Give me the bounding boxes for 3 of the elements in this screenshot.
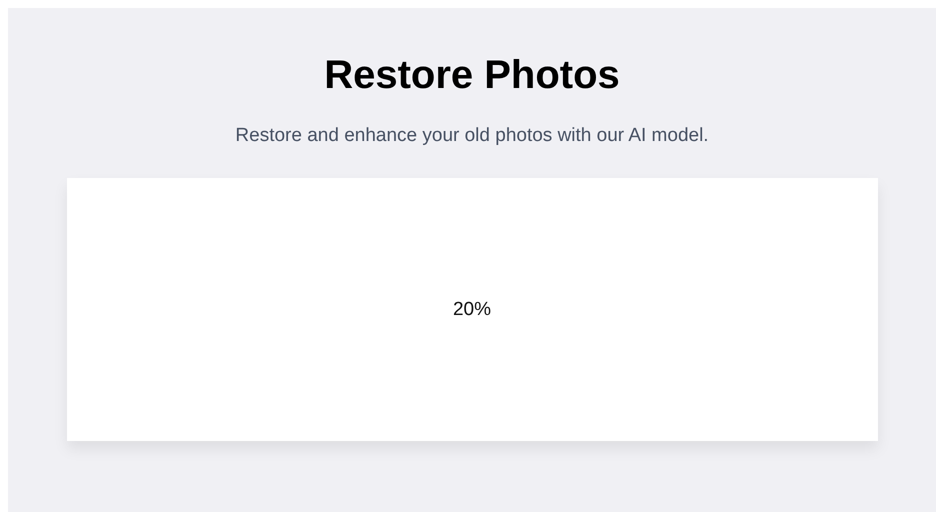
page-subtitle: Restore and enhance your old photos with our AI model. xyxy=(235,124,709,148)
page-title: Restore Photos xyxy=(324,52,620,99)
progress-text: 20% xyxy=(452,298,492,320)
